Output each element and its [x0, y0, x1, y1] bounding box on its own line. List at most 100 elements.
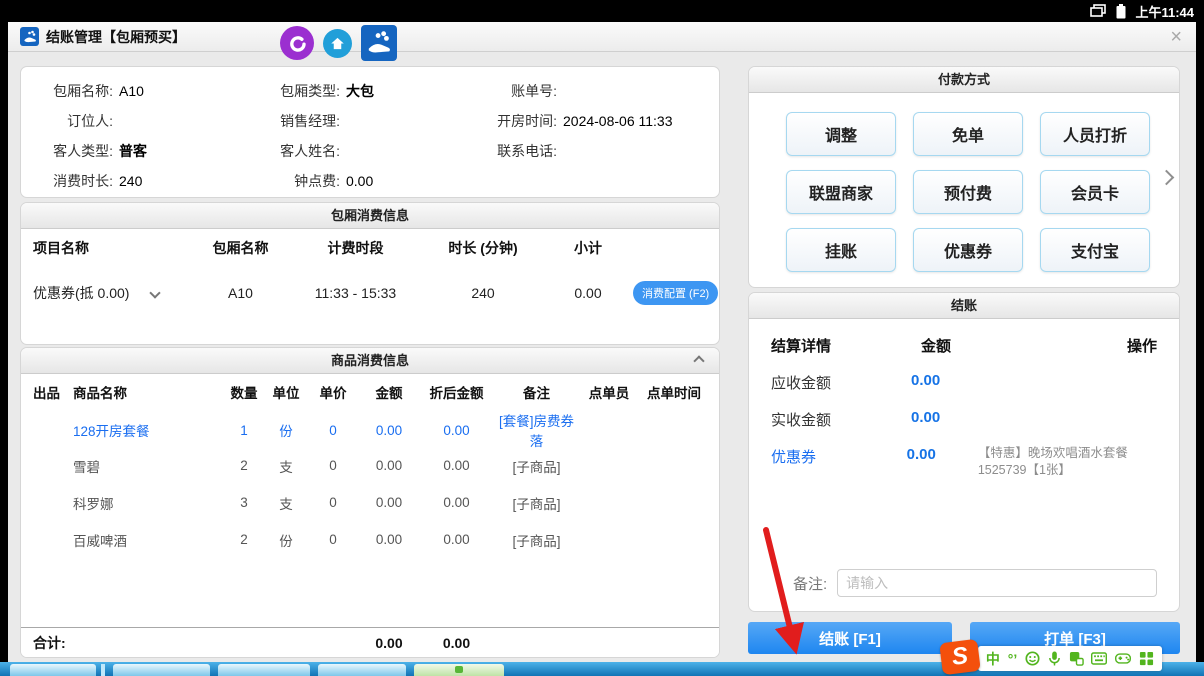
- field-guest-type: 客人类型:普客: [33, 136, 258, 166]
- product-name: 雪碧: [73, 456, 223, 476]
- status-time: 上午11:44: [1135, 2, 1194, 21]
- payment-button-coupon[interactable]: 优惠券: [913, 228, 1023, 272]
- app-icon: [20, 27, 39, 46]
- payment-methods-title: 付款方式: [749, 67, 1179, 93]
- col-staff: 点单员: [579, 382, 639, 402]
- product-consumption-title: 商品消费信息: [331, 353, 409, 368]
- payment-button-alliance[interactable]: 联盟商家: [786, 170, 896, 214]
- punctuation-icon[interactable]: °’: [1008, 652, 1018, 666]
- total-discounted: 0.00: [419, 635, 494, 651]
- col-duration: 时长 (分钟): [423, 238, 543, 258]
- phrases-icon[interactable]: [1069, 651, 1084, 666]
- col-remark: 备注: [494, 382, 579, 402]
- checkout-row-coupon: 优惠券 0.00 【特惠】晚场欢唱酒水套餐1525739【1张】: [749, 446, 1179, 479]
- payment-button-alipay[interactable]: 支付宝: [1040, 228, 1150, 272]
- col-order-time: 点单时间: [639, 382, 709, 402]
- product-row[interactable]: 128开房套餐 1 份 0 0.00 0.00 [套餐]房费券落: [21, 410, 719, 447]
- window-title: 结账管理【包厢预买】: [46, 27, 186, 47]
- window-content: 包厢名称:A10 包厢类型:大包 账单号: 订位人: 销售经理: 开房时间:20…: [8, 52, 1196, 662]
- col-qty: 数量: [223, 382, 265, 402]
- total-label: 合计:: [33, 633, 223, 653]
- field-room-type: 包厢类型:大包: [258, 76, 473, 106]
- remark-label: 备注:: [793, 573, 827, 594]
- checkout-title: 结账: [749, 293, 1179, 319]
- room-info-card: 包厢名称:A10 包厢类型:大包 账单号: 订位人: 销售经理: 开房时间:20…: [20, 66, 720, 198]
- cashier-icon[interactable]: [361, 25, 397, 61]
- taskbar-button[interactable]: [218, 664, 310, 676]
- multi-window-icon: [1090, 4, 1107, 18]
- room-consumption-row[interactable]: 优惠券(抵 0.00) A10 11:33 - 15:33 240 0.00 消…: [21, 267, 719, 319]
- field-booker: 订位人:: [33, 106, 258, 136]
- product-consumption-card: 商品消费信息 出品 商品名称 数量 单位 单价 金额 折后金额 备注 点单员 点…: [20, 347, 720, 658]
- payment-methods-card: 付款方式 调整 免单 人员打折 联盟商家 预付费 会员卡 挂账 优惠券 支付宝: [748, 66, 1180, 288]
- room-consumption-title: 包厢消费信息: [21, 203, 719, 229]
- game-icon[interactable]: [1115, 652, 1131, 665]
- field-sales-manager: 销售经理:: [258, 106, 473, 136]
- product-row[interactable]: 科罗娜 3 支 0 0.00 0.00 [子商品]: [21, 484, 719, 521]
- product-row[interactable]: 雪碧 2 支 0 0.00 0.00 [子商品]: [21, 447, 719, 484]
- col-billing-period: 计费时段: [288, 238, 423, 258]
- checkout-table-header: 结算详情 金额 操作: [749, 319, 1179, 356]
- field-guest-name: 客人姓名:: [258, 136, 473, 166]
- emoji-icon[interactable]: [1025, 651, 1040, 666]
- field-phone: 联系电话:: [473, 136, 733, 166]
- taskbar-button-active[interactable]: [414, 664, 504, 676]
- field-duration: 消费时长:240: [33, 166, 258, 196]
- back-icon[interactable]: [280, 26, 314, 60]
- room-info-grid: 包厢名称:A10 包厢类型:大包 账单号: 订位人: 销售经理: 开房时间:20…: [33, 76, 707, 196]
- payment-button-free[interactable]: 免单: [913, 112, 1023, 156]
- mic-icon[interactable]: [1048, 651, 1061, 666]
- taskbar-button[interactable]: [318, 664, 406, 676]
- sogou-logo-icon[interactable]: S: [939, 639, 981, 675]
- field-open-time: 开房时间:2024-08-06 11:33: [473, 106, 733, 136]
- col-operation: 操作: [1127, 335, 1157, 356]
- taskbar-button[interactable]: [10, 664, 96, 676]
- product-row[interactable]: 百威啤酒 2 份 0 0.00 0.00 [子商品]: [21, 521, 719, 558]
- product-total-row: 合计: 0.00 0.00: [21, 627, 719, 657]
- col-amount: 金额: [359, 382, 419, 402]
- settle-button[interactable]: 结账 [F1]: [748, 622, 952, 654]
- total-amount: 0.00: [359, 635, 419, 651]
- col-out: 出品: [33, 382, 73, 402]
- product-name: 科罗娜: [73, 493, 223, 513]
- col-product-name: 商品名称: [73, 382, 223, 402]
- ime-toolbar: 中 °’: [978, 646, 1162, 671]
- payment-button-adjust[interactable]: 调整: [786, 112, 896, 156]
- product-table-header: 出品 商品名称 数量 单位 单价 金额 折后金额 备注 点单员 点单时间: [21, 374, 719, 410]
- field-hourly-fee: 钟点费:0.00: [258, 166, 473, 196]
- col-settle-detail: 结算详情: [771, 335, 831, 356]
- cell-subtotal: 0.00: [543, 285, 633, 301]
- col-item-name: 项目名称: [33, 238, 193, 258]
- payment-button-member-card[interactable]: 会员卡: [1040, 170, 1150, 214]
- product-consumption-titlebar: 商品消费信息: [21, 348, 719, 374]
- apps-icon[interactable]: [1139, 651, 1154, 666]
- consume-config-button[interactable]: 消费配置 (F2): [633, 281, 718, 305]
- payment-button-credit[interactable]: 挂账: [786, 228, 896, 272]
- screen: { "status_bar": { "time": "上午11:44" }, "…: [0, 0, 1204, 676]
- product-name: 百威啤酒: [73, 530, 223, 550]
- field-empty: [473, 166, 733, 196]
- chevron-down-icon[interactable]: [150, 287, 161, 298]
- titlebar-shortcuts: [280, 25, 397, 61]
- payment-button-staff-discount[interactable]: 人员打折: [1040, 112, 1150, 156]
- battery-icon: [1116, 4, 1126, 19]
- cell-duration: 240: [423, 285, 543, 301]
- close-icon[interactable]: ×: [1170, 26, 1182, 48]
- app-window: 结账管理【包厢预买】 × 包厢名称:A10 包厢类型:大包 账单号: 订位人: …: [8, 22, 1196, 662]
- field-bill-no: 账单号:: [473, 76, 733, 106]
- cell-period: 11:33 - 15:33: [288, 285, 423, 301]
- taskbar-button[interactable]: [113, 664, 210, 676]
- remark-input[interactable]: [837, 569, 1157, 597]
- collapse-icon[interactable]: [693, 355, 704, 366]
- remark-row: 备注:: [749, 569, 1179, 611]
- payment-buttons-grid: 调整 免单 人员打折 联盟商家 预付费 会员卡 挂账 优惠券 支付宝: [749, 93, 1179, 272]
- taskbar-divider: [101, 664, 105, 676]
- keyboard-icon[interactable]: [1091, 652, 1107, 665]
- coupon-note: 【特惠】晚场欢唱酒水套餐1525739【1张】: [978, 445, 1157, 479]
- chinese-mode-icon[interactable]: 中: [986, 652, 1000, 666]
- col-amount: 金额: [921, 335, 951, 356]
- home-icon[interactable]: [323, 29, 352, 58]
- product-name: 128开房套餐: [73, 420, 223, 440]
- room-consumption-card: 包厢消费信息 项目名称 包厢名称 计费时段 时长 (分钟) 小计 优惠券(抵 0…: [20, 202, 720, 345]
- payment-button-prepaid[interactable]: 预付费: [913, 170, 1023, 214]
